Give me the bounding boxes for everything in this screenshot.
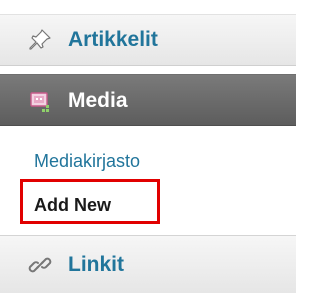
submenu-item-add-new[interactable]: Add New — [34, 195, 111, 216]
pin-icon — [29, 29, 51, 50]
menu-item-articles[interactable]: Artikkelit — [0, 14, 296, 66]
admin-menu: Artikkelit Media Mediakirjasto Add New L… — [0, 0, 296, 293]
menu-item-articles-label: Artikkelit — [68, 28, 158, 51]
menu-item-media[interactable]: Media — [0, 74, 296, 126]
link-icon — [28, 257, 52, 273]
media-icon — [30, 92, 49, 112]
menu-item-links-label: Linkit — [68, 253, 124, 276]
media-submenu: Mediakirjasto Add New — [0, 127, 296, 235]
submenu-item-media-library[interactable]: Mediakirjasto — [34, 151, 140, 172]
menu-item-links[interactable]: Linkit — [0, 235, 296, 293]
menu-item-media-label: Media — [68, 89, 128, 112]
